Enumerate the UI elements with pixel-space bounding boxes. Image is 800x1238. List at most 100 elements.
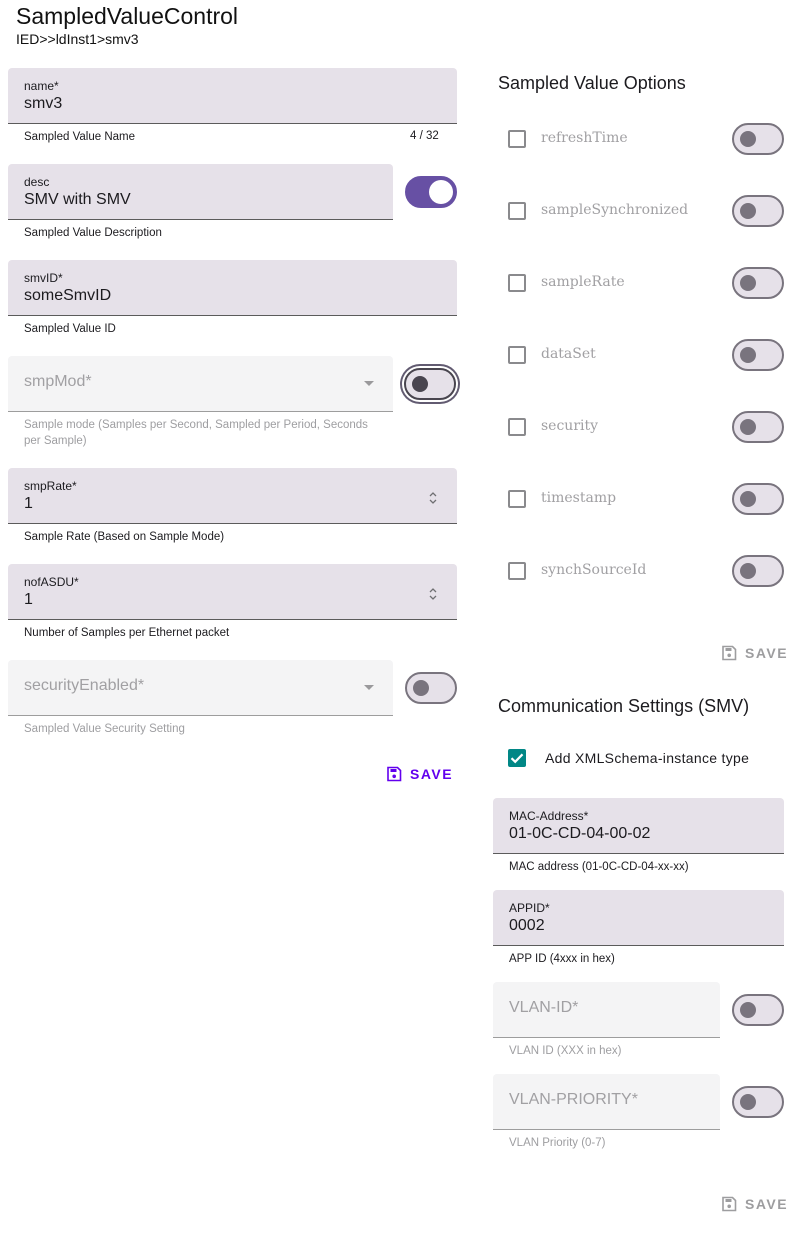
security-enabled-helper: Sampled Value Security Setting — [24, 723, 185, 735]
option-switch[interactable] — [732, 555, 784, 587]
option-label: refreshTime — [541, 130, 628, 146]
spinner-icon[interactable] — [427, 586, 439, 602]
breadcrumb: IED>>ldInst1>smv3 — [16, 31, 139, 47]
option-synch-source-id: synchSourceId — [498, 551, 788, 591]
vlan-priority-placeholder: VLAN-PRIORITY* — [509, 1091, 638, 1108]
save-button-label: SAVE — [745, 645, 789, 661]
option-switch[interactable] — [732, 195, 784, 227]
save-button-label: SAVE — [745, 1196, 789, 1212]
option-refresh-time: refreshTime — [498, 119, 788, 159]
mac-address-helper: MAC address (01-0C-CD-04-xx-xx) — [509, 861, 689, 873]
desc-field-value: SMV with SMV — [24, 191, 131, 208]
smvid-field[interactable]: smvID* someSmvID — [8, 260, 457, 316]
mac-address-field[interactable]: MAC-Address* 01-0C-CD-04-00-02 — [493, 798, 784, 854]
vlan-priority-field[interactable]: VLAN-PRIORITY* — [493, 1074, 720, 1130]
option-switch[interactable] — [732, 267, 784, 299]
nofasdu-helper: Number of Samples per Ethernet packet — [24, 627, 230, 639]
save-icon — [387, 766, 402, 782]
mac-address-label: MAC-Address* — [509, 809, 589, 823]
switch-thumb — [740, 347, 756, 363]
options-title: Sampled Value Options — [498, 73, 686, 93]
switch-thumb — [740, 1094, 756, 1110]
desc-helper: Sampled Value Description — [24, 227, 162, 239]
option-security: security — [498, 407, 788, 447]
mac-address-value: 01-0C-CD-04-00-02 — [509, 825, 651, 842]
smpmod-select[interactable]: smpMod* — [8, 356, 393, 412]
option-label: dataSet — [541, 346, 596, 362]
option-data-set: dataSet — [498, 335, 788, 375]
comm-title: Communication Settings (SMV) — [498, 696, 750, 716]
switch-thumb — [429, 180, 453, 204]
switch-thumb — [740, 419, 756, 435]
save-icon — [722, 1196, 737, 1212]
spinner-icon[interactable] — [427, 490, 439, 506]
option-checkbox[interactable] — [508, 490, 526, 508]
appid-label: APPID* — [509, 901, 550, 915]
security-enabled-placeholder: securityEnabled* — [24, 677, 145, 694]
vlan-id-placeholder: VLAN-ID* — [509, 999, 579, 1016]
option-sample-rate: sampleRate — [498, 263, 788, 303]
security-enabled-select[interactable]: securityEnabled* — [8, 660, 393, 716]
xmlschema-label: Add XMLSchema-instance type — [545, 750, 750, 766]
name-field[interactable]: name* smv3 — [8, 68, 457, 124]
appid-helper: APP ID (4xxx in hex) — [509, 953, 615, 965]
switch-thumb — [740, 203, 756, 219]
switch-thumb — [740, 491, 756, 507]
option-switch[interactable] — [732, 339, 784, 371]
options-save-button[interactable]: SAVE — [721, 643, 788, 663]
smvid-helper: Sampled Value ID — [24, 323, 116, 335]
desc-switch[interactable] — [405, 176, 457, 208]
xmlschema-checkbox[interactable] — [508, 749, 526, 767]
option-checkbox[interactable] — [508, 418, 526, 436]
option-checkbox[interactable] — [508, 130, 526, 148]
option-switch[interactable] — [732, 483, 784, 515]
appid-field[interactable]: APPID* 0002 — [493, 890, 784, 946]
option-checkbox[interactable] — [508, 562, 526, 580]
name-field-label: name* — [24, 79, 59, 93]
option-switch[interactable] — [732, 123, 784, 155]
smprate-field[interactable]: smpRate* 1 — [8, 468, 457, 524]
option-checkbox[interactable] — [508, 202, 526, 220]
save-button[interactable]: SAVE — [386, 764, 453, 784]
option-label: sampleRate — [541, 274, 625, 290]
option-sample-synchronized: sampleSynchronized — [498, 191, 788, 231]
checkmark-icon — [510, 753, 524, 764]
vlan-id-switch[interactable] — [732, 994, 784, 1026]
option-checkbox[interactable] — [508, 274, 526, 292]
option-label: security — [541, 418, 599, 434]
vlan-priority-switch[interactable] — [732, 1086, 784, 1118]
name-helper: Sampled Value Name — [24, 131, 136, 143]
vlan-id-helper: VLAN ID (XXX in hex) — [509, 1045, 622, 1057]
smpmod-placeholder: smpMod* — [24, 373, 92, 390]
desc-field[interactable]: desc SMV with SMV — [8, 164, 393, 220]
dropdown-arrow-icon — [364, 381, 374, 386]
smprate-helper: Sample Rate (Based on Sample Mode) — [24, 531, 225, 543]
option-checkbox[interactable] — [508, 346, 526, 364]
smprate-field-label: smpRate* — [24, 479, 77, 493]
switch-thumb — [740, 1002, 756, 1018]
security-enabled-switch[interactable] — [405, 672, 457, 704]
nofasdu-field-value: 1 — [24, 591, 33, 608]
smpmod-switch[interactable] — [404, 368, 456, 400]
switch-thumb — [740, 131, 756, 147]
switch-thumb — [412, 376, 428, 392]
smpmod-helper: Sample mode (Samples per Second, Sampled… — [24, 419, 368, 447]
switch-thumb — [740, 275, 756, 291]
save-icon — [722, 645, 737, 661]
option-label: timestamp — [541, 490, 617, 506]
desc-field-label: desc — [24, 175, 50, 189]
dropdown-arrow-icon — [364, 685, 374, 690]
name-counter: 4 / 32 — [410, 130, 439, 142]
switch-thumb — [413, 680, 429, 696]
option-timestamp: timestamp — [498, 479, 788, 519]
switch-thumb — [740, 563, 756, 579]
comm-save-button[interactable]: SAVE — [721, 1194, 788, 1214]
smprate-field-value: 1 — [24, 495, 33, 512]
option-switch[interactable] — [732, 411, 784, 443]
nofasdu-field[interactable]: nofASDU* 1 — [8, 564, 457, 620]
vlan-id-field[interactable]: VLAN-ID* — [493, 982, 720, 1038]
option-label: synchSourceId — [541, 562, 647, 578]
smvid-field-value: someSmvID — [24, 287, 112, 304]
vlan-priority-helper: VLAN Priority (0-7) — [509, 1137, 606, 1149]
smvid-field-label: smvID* — [24, 271, 63, 285]
